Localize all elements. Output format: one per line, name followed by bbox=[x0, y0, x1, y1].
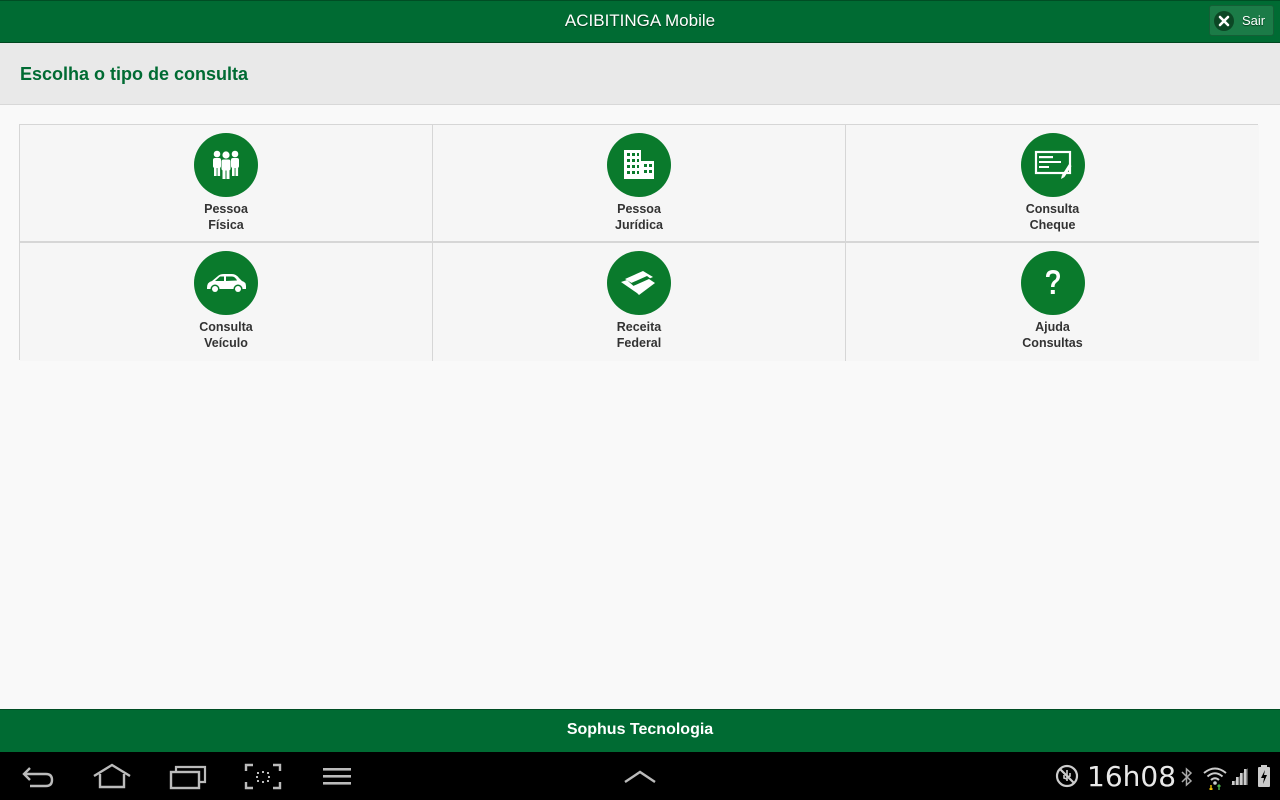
tile-label-line1: Consulta bbox=[199, 320, 253, 334]
receita-federal-icon bbox=[607, 251, 671, 315]
wifi-icon bbox=[1202, 764, 1228, 795]
tile-label-line2: Cheque bbox=[1029, 218, 1076, 232]
page-title: Escolha o tipo de consulta bbox=[20, 64, 249, 84]
page-subheader: Escolha o tipo de consulta bbox=[0, 43, 1280, 105]
system-clock: 16h08 bbox=[1087, 760, 1177, 793]
tile-label-line1: Consulta bbox=[1025, 202, 1080, 216]
recent-apps-button[interactable] bbox=[168, 762, 208, 792]
tile-pessoa-juridica[interactable]: Pessoa Jurídica bbox=[433, 125, 846, 243]
app-title: ACIBITINGA Mobile bbox=[564, 11, 716, 30]
tile-label-line2: Veículo bbox=[204, 336, 248, 350]
expand-tray-button[interactable] bbox=[620, 762, 660, 792]
tile-label-line1: Pessoa bbox=[204, 202, 248, 216]
buildings-icon bbox=[607, 133, 671, 197]
app-footer: Sophus Tecnologia bbox=[0, 709, 1280, 752]
screenshot-icon bbox=[244, 763, 282, 790]
tile-label-line1: Receita bbox=[616, 320, 662, 334]
check-icon bbox=[1020, 133, 1085, 197]
exit-label: Sair bbox=[1242, 13, 1266, 28]
tile-label-line2: Federal bbox=[616, 336, 662, 350]
home-icon bbox=[93, 763, 131, 789]
battery-charging-icon bbox=[1257, 764, 1271, 793]
tile-ajuda-consultas[interactable]: Ajuda Consultas bbox=[846, 243, 1259, 361]
people-icon bbox=[194, 133, 258, 197]
close-icon bbox=[1214, 10, 1234, 31]
usb-debug-icon bbox=[1055, 764, 1079, 793]
car-icon bbox=[194, 251, 258, 315]
query-type-grid: Pessoa Física Pessoa Jurídica Consulta C… bbox=[19, 124, 1259, 361]
screenshot-button[interactable] bbox=[243, 762, 283, 792]
tile-receita-federal[interactable]: Receita Federal bbox=[433, 243, 846, 361]
system-nav-bar: 16h08 bbox=[0, 752, 1280, 800]
tile-label-line1: Pessoa bbox=[617, 202, 661, 216]
back-icon bbox=[22, 767, 54, 788]
tile-label-line2: Física bbox=[208, 218, 244, 232]
recent-apps-icon bbox=[169, 765, 207, 790]
tile-label-line2: Consultas bbox=[1022, 336, 1083, 350]
tile-label-line2: Jurídica bbox=[615, 218, 663, 232]
chevron-up-icon bbox=[624, 770, 656, 783]
question-icon bbox=[1020, 251, 1085, 315]
home-button[interactable] bbox=[92, 762, 132, 792]
tile-consulta-veiculo[interactable]: Consulta Veículo bbox=[20, 243, 433, 361]
bluetooth-icon bbox=[1180, 766, 1194, 793]
menu-icon bbox=[323, 768, 351, 785]
app-header: ACIBITINGA Mobile Sair bbox=[0, 0, 1280, 43]
back-button[interactable] bbox=[20, 762, 60, 792]
footer-text: Sophus Tecnologia bbox=[566, 721, 714, 738]
menu-button[interactable] bbox=[318, 762, 358, 792]
tile-label-line1: Ajuda bbox=[1035, 320, 1070, 334]
exit-button[interactable]: Sair bbox=[1209, 5, 1274, 36]
tile-pessoa-fisica[interactable]: Pessoa Física bbox=[20, 125, 433, 243]
tile-consulta-cheque[interactable]: Consulta Cheque bbox=[846, 125, 1259, 243]
signal-icon bbox=[1230, 766, 1250, 791]
